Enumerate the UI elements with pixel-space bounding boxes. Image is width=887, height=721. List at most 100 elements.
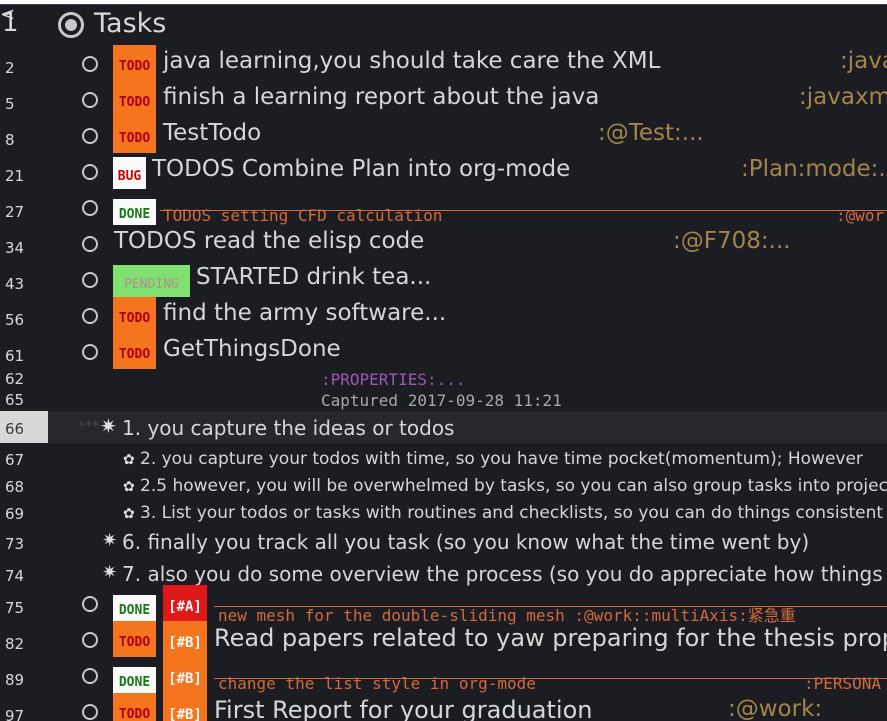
org-editor[interactable]: < 1 Tasks 2 TODO java learning,you shoul… bbox=[0, 4, 887, 721]
task-row[interactable]: 61 TODO GetThingsDone bbox=[0, 333, 887, 369]
heading-title: Tasks bbox=[94, 8, 167, 39]
line-number: 69 bbox=[5, 505, 25, 523]
line-number: 43 bbox=[5, 275, 25, 293]
done-keyword[interactable]: DONE bbox=[113, 199, 156, 225]
flower-bullet-icon: ✿ bbox=[123, 452, 135, 468]
task-title: STARTED drink tea... bbox=[196, 264, 432, 290]
line-number: 21 bbox=[5, 167, 25, 185]
task-row[interactable]: 82 TODO [#B] Read papers related to yaw … bbox=[0, 621, 887, 657]
star-bullet-icon: ✷ bbox=[102, 530, 118, 551]
list-item-text: 1. you capture the ideas or todos bbox=[122, 416, 455, 440]
line-number: 1 bbox=[2, 8, 19, 38]
list-item-current[interactable]: 66 *** ✷ 1. you capture the ideas or tod… bbox=[0, 411, 887, 443]
list-item[interactable]: 67 ✿ 2. you capture your todos with time… bbox=[0, 445, 887, 472]
task-bullet-icon[interactable] bbox=[82, 200, 98, 216]
task-row-done[interactable]: 89 DONE [#B] change the list style in or… bbox=[0, 657, 887, 693]
list-item[interactable]: 73 ✷ 6. finally you track all you task (… bbox=[0, 526, 887, 558]
star-bullet-icon: ✷ bbox=[102, 562, 118, 583]
list-item-text: 2. you capture your todos with time, so … bbox=[140, 449, 863, 469]
heading-bullet-icon[interactable] bbox=[58, 12, 84, 38]
task-title: GetThingsDone bbox=[163, 336, 341, 362]
line-number: 67 bbox=[5, 451, 25, 469]
task-row[interactable]: 8 TODO TestTodo :@Test:... bbox=[0, 117, 887, 153]
heading-row[interactable]: 1 Tasks bbox=[0, 6, 887, 42]
task-bullet-icon[interactable] bbox=[82, 596, 98, 612]
task-bullet-icon[interactable] bbox=[82, 704, 98, 720]
task-tags: :@work: bbox=[728, 696, 823, 721]
todo-keyword[interactable]: TODO bbox=[113, 297, 156, 333]
task-bullet-icon[interactable] bbox=[82, 668, 98, 684]
task-title: TODOS read the elisp code bbox=[114, 228, 425, 254]
task-row[interactable]: 56 TODO find the army software... bbox=[0, 297, 887, 333]
task-tags: :PERSONA bbox=[804, 674, 882, 693]
properties-row[interactable]: 62 :PROPERTIES:... bbox=[0, 369, 887, 390]
flower-bullet-icon: ✿ bbox=[123, 479, 135, 495]
task-bullet-icon[interactable] bbox=[82, 632, 98, 648]
list-item-text: 2.5 however, you will be overwhelmed by … bbox=[140, 476, 887, 496]
pending-keyword[interactable]: PENDING bbox=[113, 265, 190, 297]
task-title: find the army software... bbox=[163, 300, 447, 326]
task-bullet-icon[interactable] bbox=[82, 308, 98, 324]
priority-cookie[interactable]: [#B] bbox=[163, 657, 207, 693]
todo-keyword[interactable]: TODO bbox=[113, 117, 156, 153]
task-title: java learning,you should take care the X… bbox=[163, 48, 661, 74]
task-row[interactable]: 2 TODO java learning,you should take car… bbox=[0, 45, 887, 81]
task-title: change the list style in org-mode bbox=[218, 674, 536, 693]
task-row-done[interactable]: 27 DONE TODOS setting CFD calculation :@… bbox=[0, 189, 887, 225]
todo-keyword[interactable]: TODO bbox=[113, 621, 156, 657]
line-number: 27 bbox=[5, 203, 25, 221]
line-number: 74 bbox=[5, 567, 25, 585]
task-tags: :@wor bbox=[836, 206, 885, 225]
line-number: 2 bbox=[5, 59, 15, 77]
task-bullet-icon[interactable] bbox=[82, 56, 98, 72]
task-title: First Report for your graduation bbox=[214, 696, 593, 721]
task-title: TODOS setting CFD calculation bbox=[163, 206, 443, 225]
done-keyword[interactable]: DONE bbox=[113, 667, 156, 693]
task-title: TestTodo bbox=[163, 120, 262, 146]
line-number: 82 bbox=[5, 635, 25, 653]
todo-keyword[interactable]: TODO bbox=[113, 81, 156, 117]
task-row-done[interactable]: 75 DONE [#A] new mesh for the double-sli… bbox=[0, 585, 887, 625]
task-row[interactable]: 97 TODO [#B] First Report for your gradu… bbox=[0, 693, 887, 721]
todo-keyword[interactable]: TODO bbox=[113, 333, 156, 369]
task-row[interactable]: 21 BUG TODOS Combine Plan into org-mode … bbox=[0, 153, 887, 189]
line-number: 68 bbox=[5, 478, 25, 496]
task-tags: :Plan:mode:. bbox=[741, 156, 886, 182]
task-row[interactable]: 5 TODO finish a learning report about th… bbox=[0, 81, 887, 117]
line-number: 56 bbox=[5, 311, 25, 329]
priority-cookie[interactable]: [#B] bbox=[163, 621, 207, 657]
task-tags: :@F708:... bbox=[673, 228, 791, 254]
task-title: TODOS Combine Plan into org-mode bbox=[152, 156, 571, 182]
task-row[interactable]: 34 TODOS read the elisp code :@F708:... bbox=[0, 225, 887, 261]
list-item[interactable]: 69 ✿ 3. List your todos or tasks with ro… bbox=[0, 499, 887, 526]
task-tags: :@Test:... bbox=[598, 120, 704, 146]
list-item[interactable]: 68 ✿ 2.5 however, you will be overwhelme… bbox=[0, 472, 887, 499]
todo-keyword[interactable]: TODO bbox=[113, 45, 156, 81]
properties-drawer[interactable]: :PROPERTIES:... bbox=[321, 370, 466, 389]
priority-cookie[interactable]: [#A] bbox=[163, 585, 207, 621]
line-number: 65 bbox=[5, 391, 25, 409]
task-bullet-icon[interactable] bbox=[82, 128, 98, 144]
line-number: 75 bbox=[5, 599, 25, 617]
line-number: 61 bbox=[5, 347, 25, 365]
list-item-text: 7. also you do some overview the process… bbox=[122, 562, 887, 586]
bug-keyword[interactable]: BUG bbox=[113, 157, 146, 189]
task-row[interactable]: 43 PENDING STARTED drink tea... bbox=[0, 261, 887, 297]
line-number: 8 bbox=[5, 131, 15, 149]
captured-timestamp: Captured 2017-09-28 11:21 bbox=[321, 391, 562, 410]
flower-bullet-icon: ✿ bbox=[123, 506, 135, 522]
task-bullet-icon[interactable] bbox=[82, 164, 98, 180]
task-bullet-icon[interactable] bbox=[82, 344, 98, 360]
task-bullet-icon[interactable] bbox=[82, 92, 98, 108]
line-number: 62 bbox=[5, 370, 25, 388]
todo-keyword[interactable]: TODO bbox=[113, 693, 156, 721]
task-bullet-icon[interactable] bbox=[82, 272, 98, 288]
list-item-text: 3. List your todos or tasks with routine… bbox=[140, 503, 884, 523]
done-keyword[interactable]: DONE bbox=[113, 595, 156, 621]
line-number: 97 bbox=[5, 707, 25, 721]
line-number: 89 bbox=[5, 671, 25, 689]
priority-cookie[interactable]: [#B] bbox=[163, 693, 207, 721]
task-tags: :javaxm bbox=[799, 84, 887, 110]
task-bullet-icon[interactable] bbox=[82, 236, 98, 252]
task-title: Read papers related to yaw preparing for… bbox=[214, 624, 887, 652]
